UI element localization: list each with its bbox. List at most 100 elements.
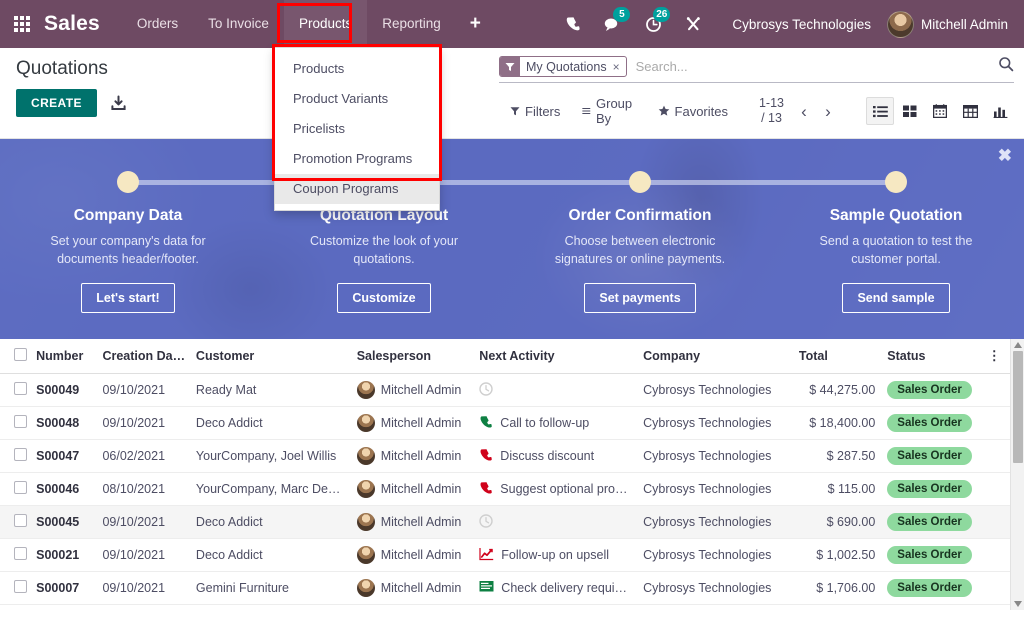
cell-creation-date: 09/10/2021 <box>96 374 189 407</box>
phone-icon[interactable] <box>479 415 493 432</box>
company-selector[interactable]: Cybrosys Technologies <box>714 17 885 32</box>
kanban-view-icon[interactable] <box>896 97 924 125</box>
row-checkbox[interactable] <box>14 580 27 593</box>
cell-salesperson: Mitchell Admin <box>351 407 474 440</box>
group-by-dropdown[interactable]: Group By <box>571 92 646 130</box>
pager-arrows: ‹ › <box>794 103 838 120</box>
table-row[interactable]: S0000709/10/2021Gemini FurnitureMitchell… <box>0 572 1010 605</box>
avatar <box>357 480 375 498</box>
dropdown-item-promotion-programs[interactable]: Promotion Programs <box>275 144 439 174</box>
row-checkbox[interactable] <box>14 514 27 527</box>
list-scrollbar[interactable] <box>1010 339 1024 610</box>
document-lines-icon[interactable] <box>479 580 494 596</box>
cell-salesperson: Mitchell Admin <box>351 506 474 539</box>
table-row[interactable]: S0004809/10/2021Deco AddictMitchell Admi… <box>0 407 1010 440</box>
user-name: Mitchell Admin <box>921 17 1008 32</box>
avatar <box>357 447 375 465</box>
step-description: Choose between electronic signatures or … <box>540 232 740 268</box>
messages-icon[interactable]: 5 <box>594 0 632 48</box>
cell-total: $ 287.50 <box>793 440 881 473</box>
quotations-table: Number Creation Da… Customer Salesperson… <box>0 339 1010 605</box>
activities-clock-icon[interactable]: 26 <box>634 0 672 48</box>
dropdown-item-pricelists[interactable]: Pricelists <box>275 114 439 144</box>
column-header-customer[interactable]: Customer <box>190 339 351 374</box>
column-header-total[interactable]: Total <box>793 339 881 374</box>
chevron-left-icon[interactable]: ‹ <box>794 103 814 120</box>
cell-status: Sales Order <box>881 407 981 440</box>
table-row[interactable]: S0004706/02/2021YourCompany, Joel Willis… <box>0 440 1010 473</box>
cell-total: $ 44,275.00 <box>793 374 881 407</box>
step-button-lets-start[interactable]: Let's start! <box>81 283 174 313</box>
column-header-number[interactable]: Number <box>30 339 96 374</box>
cell-company: Cybrosys Technologies <box>637 539 793 572</box>
phone-icon[interactable] <box>554 0 592 48</box>
dropdown-item-coupon-programs[interactable]: Coupon Programs <box>275 174 439 204</box>
nav-menu-reporting[interactable]: Reporting <box>367 0 456 48</box>
row-checkbox[interactable] <box>14 547 27 560</box>
table-row[interactable]: S0004509/10/2021Deco AddictMitchell Admi… <box>0 506 1010 539</box>
favorites-dropdown[interactable]: Favorites <box>647 100 739 123</box>
step-button-set-payments[interactable]: Set payments <box>584 283 695 313</box>
nav-menu-products[interactable]: Products <box>284 0 367 48</box>
calendar-view-icon[interactable] <box>926 97 954 125</box>
avatar <box>357 414 375 432</box>
pivot-view-icon[interactable] <box>956 97 984 125</box>
tools-wrench-icon[interactable] <box>674 0 712 48</box>
clock-icon[interactable] <box>479 382 493 399</box>
scroll-up-arrow-icon[interactable] <box>1014 342 1022 348</box>
create-button[interactable]: CREATE <box>16 89 97 117</box>
star-icon <box>658 105 670 117</box>
phone-icon[interactable] <box>479 481 493 498</box>
cell-company: Cybrosys Technologies <box>637 407 793 440</box>
magnifier-icon[interactable] <box>992 56 1014 77</box>
cell-options <box>982 539 1010 572</box>
column-header-salesperson[interactable]: Salesperson <box>351 339 474 374</box>
chart-line-icon[interactable] <box>479 547 494 564</box>
dropdown-item-product-variants[interactable]: Product Variants <box>275 84 439 114</box>
pager-count: 1-13 / 13 <box>757 96 786 126</box>
table-row[interactable]: S0002109/10/2021Deco AddictMitchell Admi… <box>0 539 1010 572</box>
user-menu[interactable]: Mitchell Admin <box>887 11 1012 38</box>
row-checkbox[interactable] <box>14 415 27 428</box>
column-options-icon[interactable]: ⋮ <box>982 339 1010 374</box>
cell-options <box>982 407 1010 440</box>
cell-customer: Deco Addict <box>190 539 351 572</box>
nav-add-menu-icon[interactable]: + <box>456 0 495 48</box>
banner-close-icon[interactable]: ✖ <box>998 146 1012 166</box>
list-view-icon[interactable] <box>866 97 894 125</box>
apps-grid-icon[interactable] <box>0 16 44 32</box>
row-checkbox[interactable] <box>14 481 27 494</box>
column-header-next-activity[interactable]: Next Activity <box>473 339 637 374</box>
scroll-down-arrow-icon[interactable] <box>1014 601 1022 607</box>
row-checkbox[interactable] <box>14 448 27 461</box>
step-button-send-sample[interactable]: Send sample <box>842 283 949 313</box>
clock-icon[interactable] <box>479 514 493 531</box>
dropdown-item-products[interactable]: Products <box>275 54 439 84</box>
search-input[interactable] <box>627 59 992 74</box>
app-brand-sales[interactable]: Sales <box>44 12 122 36</box>
import-download-icon[interactable] <box>110 95 127 112</box>
table-row[interactable]: S0004608/10/2021YourCompany, Marc De…Mit… <box>0 473 1010 506</box>
step-button-customize[interactable]: Customize <box>337 283 430 313</box>
filters-dropdown[interactable]: Filters <box>499 100 571 123</box>
select-all-checkbox[interactable] <box>14 348 27 361</box>
step-description: Send a quotation to test the customer po… <box>796 232 996 268</box>
table-row[interactable]: S0004909/10/2021Ready MatMitchell AdminC… <box>0 374 1010 407</box>
cell-next-activity: Check delivery requir… <box>473 572 637 605</box>
search-facet-my-quotations[interactable]: My Quotations × <box>499 56 627 77</box>
table-header: Number Creation Da… Customer Salesperson… <box>0 339 1010 374</box>
column-header-creation-date[interactable]: Creation Da… <box>96 339 189 374</box>
column-header-company[interactable]: Company <box>637 339 793 374</box>
chevron-right-icon[interactable]: › <box>818 103 838 120</box>
column-header-status[interactable]: Status <box>881 339 981 374</box>
onboarding-step-company-data: Company Data Set your company's data for… <box>0 139 256 339</box>
phone-icon[interactable] <box>479 448 493 465</box>
row-checkbox[interactable] <box>14 382 27 395</box>
search-facet-remove-icon[interactable]: × <box>613 57 626 76</box>
graph-view-icon[interactable] <box>986 97 1014 125</box>
cell-salesperson: Mitchell Admin <box>351 572 474 605</box>
cell-creation-date: 09/10/2021 <box>96 572 189 605</box>
nav-menu-to-invoice[interactable]: To Invoice <box>193 0 284 48</box>
nav-menu-orders[interactable]: Orders <box>122 0 193 48</box>
scrollbar-thumb[interactable] <box>1013 351 1023 463</box>
